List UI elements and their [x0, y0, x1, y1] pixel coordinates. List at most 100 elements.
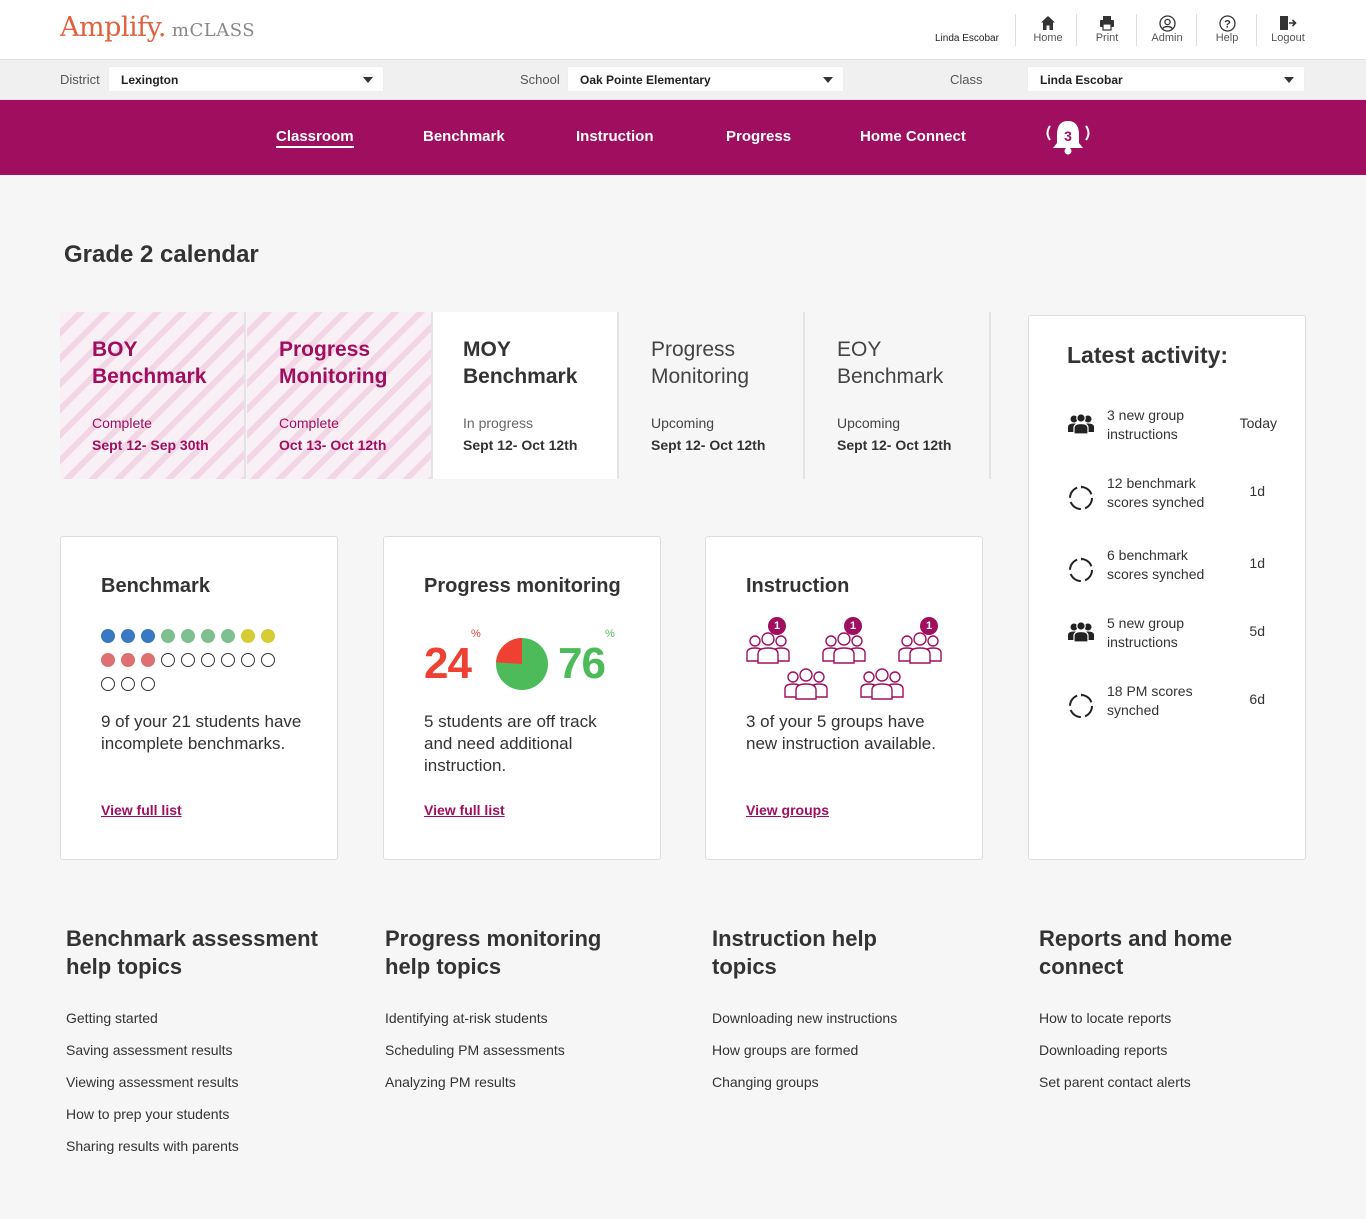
activity-time: 6d: [1249, 691, 1265, 707]
help-link[interactable]: Downloading new instructions: [712, 1010, 932, 1042]
help-link[interactable]: How to locate reports: [1039, 1010, 1279, 1042]
group-icon: [1067, 410, 1095, 438]
card-description: 5 students are off track and need additi…: [424, 712, 597, 775]
calendar-dates: Sept 12- Oct 12th: [651, 437, 766, 453]
activity-item[interactable]: 12 benchmark scores synched 1d: [1067, 474, 1277, 514]
sync-icon: [1067, 556, 1095, 584]
calendar-dates: Sept 12- Sep 30th: [92, 437, 209, 453]
user-name: Linda Escobar: [935, 33, 999, 44]
logout-button[interactable]: Logout: [1258, 14, 1318, 50]
chevron-down-icon: [1284, 77, 1294, 83]
latest-activity-panel: Latest activity: 3 new group instruction…: [1028, 315, 1306, 860]
student-dot: [221, 629, 235, 643]
school-value: Oak Pointe Elementary: [580, 73, 711, 87]
group-icon: [1067, 618, 1095, 646]
home-button[interactable]: Home: [1018, 14, 1078, 50]
help-button[interactable]: ? Help: [1197, 14, 1257, 50]
calendar-dates: Oct 13- Oct 12th: [279, 437, 387, 453]
help-link[interactable]: Getting started: [66, 1010, 356, 1042]
student-dot: [161, 653, 175, 667]
admin-label: Admin: [1151, 32, 1183, 44]
activity-text: 3 new group instructions: [1107, 407, 1185, 442]
progress-pie-chart: [496, 638, 548, 690]
top-bar: Amplify. mCLASS Linda Escobar Home Print …: [0, 0, 1366, 60]
activity-item[interactable]: 18 PM scores synched 6d: [1067, 682, 1277, 722]
school-select[interactable]: Oak Pointe Elementary: [567, 66, 844, 92]
help-title: Instruction help topics: [712, 926, 877, 979]
nav-instruction[interactable]: Instruction: [576, 128, 654, 145]
calendar-title: Progress Monitoring: [651, 338, 750, 388]
help-links: Getting started Saving assessment result…: [66, 1010, 356, 1170]
divider: [1256, 14, 1257, 46]
activity-time: Today: [1239, 415, 1277, 431]
help-link[interactable]: Identifying at-risk students: [385, 1010, 635, 1042]
district-select[interactable]: Lexington: [108, 66, 384, 92]
view-full-list-link[interactable]: View full list: [101, 802, 182, 818]
calendar-title: EOY Benchmark: [837, 338, 944, 388]
district-value: Lexington: [121, 73, 179, 87]
sync-icon: [1067, 692, 1095, 720]
card-description: 9 of your 21 students have incomplete be…: [101, 712, 302, 753]
class-value: Linda Escobar: [1040, 73, 1123, 87]
print-icon: [1077, 14, 1137, 32]
notification-count: 3: [1064, 128, 1072, 144]
new-instruction-badge: 1: [920, 617, 938, 635]
notifications-button[interactable]: 3: [1040, 118, 1096, 158]
amplify-logo[interactable]: Amplify. mCLASS: [60, 12, 255, 43]
admin-icon: [1137, 14, 1197, 32]
nav-benchmark[interactable]: Benchmark: [423, 128, 505, 145]
help-link[interactable]: How groups are formed: [712, 1042, 932, 1074]
calendar-progress-monitoring-1[interactable]: Progress Monitoring Complete Oct 13- Oct …: [247, 312, 433, 479]
district-label: District: [60, 72, 100, 87]
logo-main-text: Amplify.: [60, 12, 166, 43]
svg-text:?: ?: [1224, 18, 1231, 30]
admin-button[interactable]: Admin: [1137, 14, 1197, 50]
calendar-moy-benchmark[interactable]: MOY Benchmark In progress Sept 12- Oct 12…: [433, 312, 619, 479]
calendar-status: Complete: [92, 415, 152, 431]
print-button[interactable]: Print: [1077, 14, 1137, 50]
calendar-boy-benchmark[interactable]: BOY Benchmark Complete Sept 12- Sep 30th: [60, 312, 246, 479]
card-title: Benchmark: [101, 575, 210, 597]
help-link[interactable]: Scheduling PM assessments: [385, 1042, 635, 1074]
activity-item[interactable]: 6 benchmark scores synched 1d: [1067, 546, 1277, 586]
calendar-eoy-benchmark[interactable]: EOY Benchmark Upcoming Sept 12- Oct 12th: [805, 312, 991, 479]
nav-progress[interactable]: Progress: [726, 128, 791, 145]
help-link[interactable]: How to prep your students: [66, 1106, 356, 1138]
activity-item[interactable]: 3 new group instructions Today: [1067, 406, 1277, 446]
new-instruction-badge: 1: [844, 617, 862, 635]
nav-classroom[interactable]: Classroom: [276, 128, 354, 148]
activity-item[interactable]: 5 new group instructions 5d: [1067, 614, 1277, 654]
logo-sub-text: mCLASS: [171, 20, 256, 41]
help-link[interactable]: Set parent contact alerts: [1039, 1074, 1279, 1106]
calendar-dates: Sept 12- Oct 12th: [837, 437, 952, 453]
activity-time: 5d: [1249, 623, 1265, 639]
print-label: Print: [1095, 32, 1119, 44]
help-links: How to locate reports Downloading report…: [1039, 1010, 1279, 1106]
student-dot: [121, 653, 135, 667]
student-dot: [181, 653, 195, 667]
calendar-title: Progress Monitoring: [279, 338, 388, 388]
calendar-title: MOY Benchmark: [463, 338, 578, 388]
student-dot: [141, 629, 155, 643]
help-link[interactable]: Sharing results with parents: [66, 1138, 356, 1170]
class-select[interactable]: Linda Escobar: [1027, 66, 1305, 92]
help-link[interactable]: Saving assessment results: [66, 1042, 356, 1074]
activity-time: 1d: [1249, 483, 1265, 499]
student-dot: [141, 677, 155, 691]
student-dot: [201, 653, 215, 667]
help-link[interactable]: Analyzing PM results: [385, 1074, 635, 1106]
student-dot: [181, 629, 195, 643]
sync-icon: [1067, 484, 1095, 512]
view-full-list-link[interactable]: View full list: [424, 802, 505, 818]
nav-home-connect[interactable]: Home Connect: [860, 128, 966, 145]
calendar-progress-monitoring-2[interactable]: Progress Monitoring Upcoming Sept 12- Oct…: [619, 312, 805, 479]
help-link[interactable]: Downloading reports: [1039, 1042, 1279, 1074]
view-groups-link[interactable]: View groups: [746, 802, 829, 818]
groups-illustration: 1 1 1: [744, 617, 944, 701]
student-dot: [201, 629, 215, 643]
help-link[interactable]: Viewing assessment results: [66, 1074, 356, 1106]
help-progress-monitoring: Progress monitoring help topics Identify…: [385, 925, 635, 1106]
help-link[interactable]: Changing groups: [712, 1074, 932, 1106]
help-title: Benchmark assessment help topics: [66, 926, 318, 979]
chevron-down-icon: [363, 77, 373, 83]
